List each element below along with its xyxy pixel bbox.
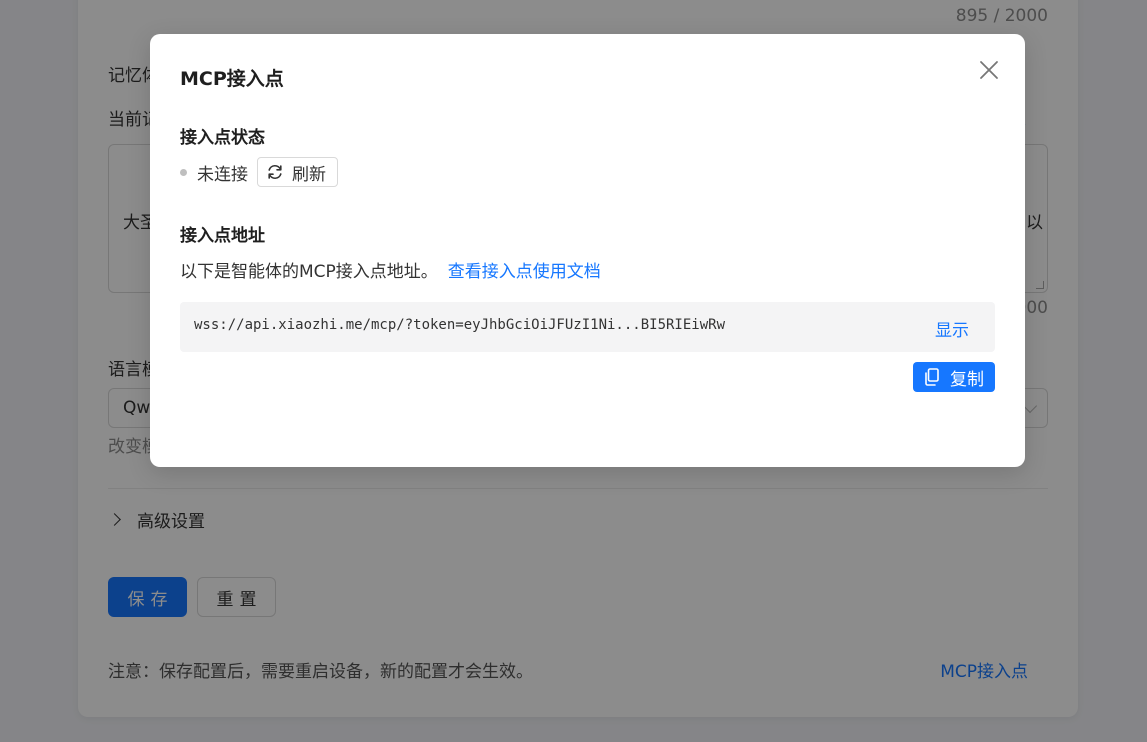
status-row: 未连接 刷新 [180, 157, 338, 187]
address-section-label: 接入点地址 [180, 226, 265, 246]
refresh-label: 刷新 [292, 164, 326, 185]
docs-link[interactable]: 查看接入点使用文档 [448, 262, 601, 282]
address-field: wss://api.xiaozhi.me/mcp/?token=eyJhbGci… [180, 302, 995, 352]
address-desc-text: 以下是智能体的MCP接入点地址。 [180, 262, 438, 282]
copy-label: 复制 [950, 369, 984, 390]
address-description: 以下是智能体的MCP接入点地址。 查看接入点使用文档 [180, 257, 601, 282]
copy-icon [925, 368, 939, 386]
address-value: wss://api.xiaozhi.me/mcp/?token=eyJhbGci… [194, 317, 726, 333]
close-icon[interactable] [977, 58, 1001, 82]
status-section-label: 接入点状态 [180, 128, 265, 148]
mcp-endpoint-modal: MCP接入点 接入点状态 未连接 刷新 接入点地址 以下是智能体的MCP接入点地… [150, 34, 1025, 467]
status-text: 未连接 [197, 164, 248, 185]
refresh-icon [268, 164, 282, 180]
show-token-button[interactable]: 显示 [935, 316, 969, 341]
copy-button[interactable]: 复制 [913, 362, 995, 392]
modal-title: MCP接入点 [180, 68, 284, 90]
status-dot-icon [180, 168, 187, 176]
refresh-button[interactable]: 刷新 [257, 157, 338, 187]
